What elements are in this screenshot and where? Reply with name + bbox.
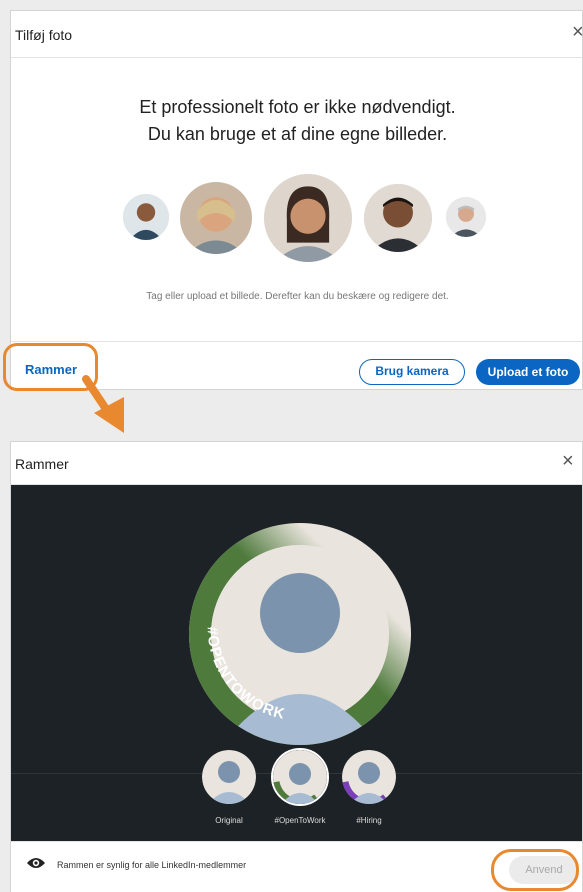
frames-dialog: Rammer × #OPENTOWORK Original #OpenToWor… [10,441,583,892]
sample-photo-2 [180,182,252,254]
sample-photo-1 [123,194,169,240]
sample-photo-4 [364,184,432,252]
upload-hint: Tag eller upload et billede. Derefter ka… [146,291,449,302]
frame-option-hiring[interactable] [342,750,396,804]
frame-label-hiring: #Hiring [356,816,382,825]
eye-icon [27,858,45,868]
frame-preview: #OPENTOWORK [189,523,411,745]
close-icon[interactable]: × [562,451,574,471]
sample-photo-3 [264,174,352,262]
headline: Et professionelt foto er ikke nødvendigt… [11,94,583,148]
dialog-title: Tilføj foto [15,27,73,43]
frame-label-original: Original [215,816,243,825]
upload-photo-button[interactable]: Upload et foto [476,359,580,385]
use-camera-button[interactable]: Brug kamera [359,359,465,385]
add-photo-dialog: Tilføj foto × Et professionelt foto er i… [10,10,583,390]
frames-title: Rammer [15,456,69,472]
frame-option-open-to-work[interactable] [271,748,329,806]
sample-photo-5 [446,197,486,237]
frames-header: Rammer × [11,442,582,485]
apply-highlight [491,849,579,891]
arrow-icon [82,375,124,433]
dialog-header: Tilføj foto × [11,11,583,58]
frame-option-original[interactable] [202,750,256,804]
headline-line-2: Du kan bruge et af dine egne billeder. [147,124,448,144]
close-icon[interactable]: × [572,22,583,42]
headline-line-1: Et professionelt foto er ikke nødvendigt… [139,97,456,117]
visibility-text: Rammen er synlig for alle LinkedIn-medle… [57,860,247,870]
frame-label-open-to-work: #OpenToWork [274,816,326,825]
